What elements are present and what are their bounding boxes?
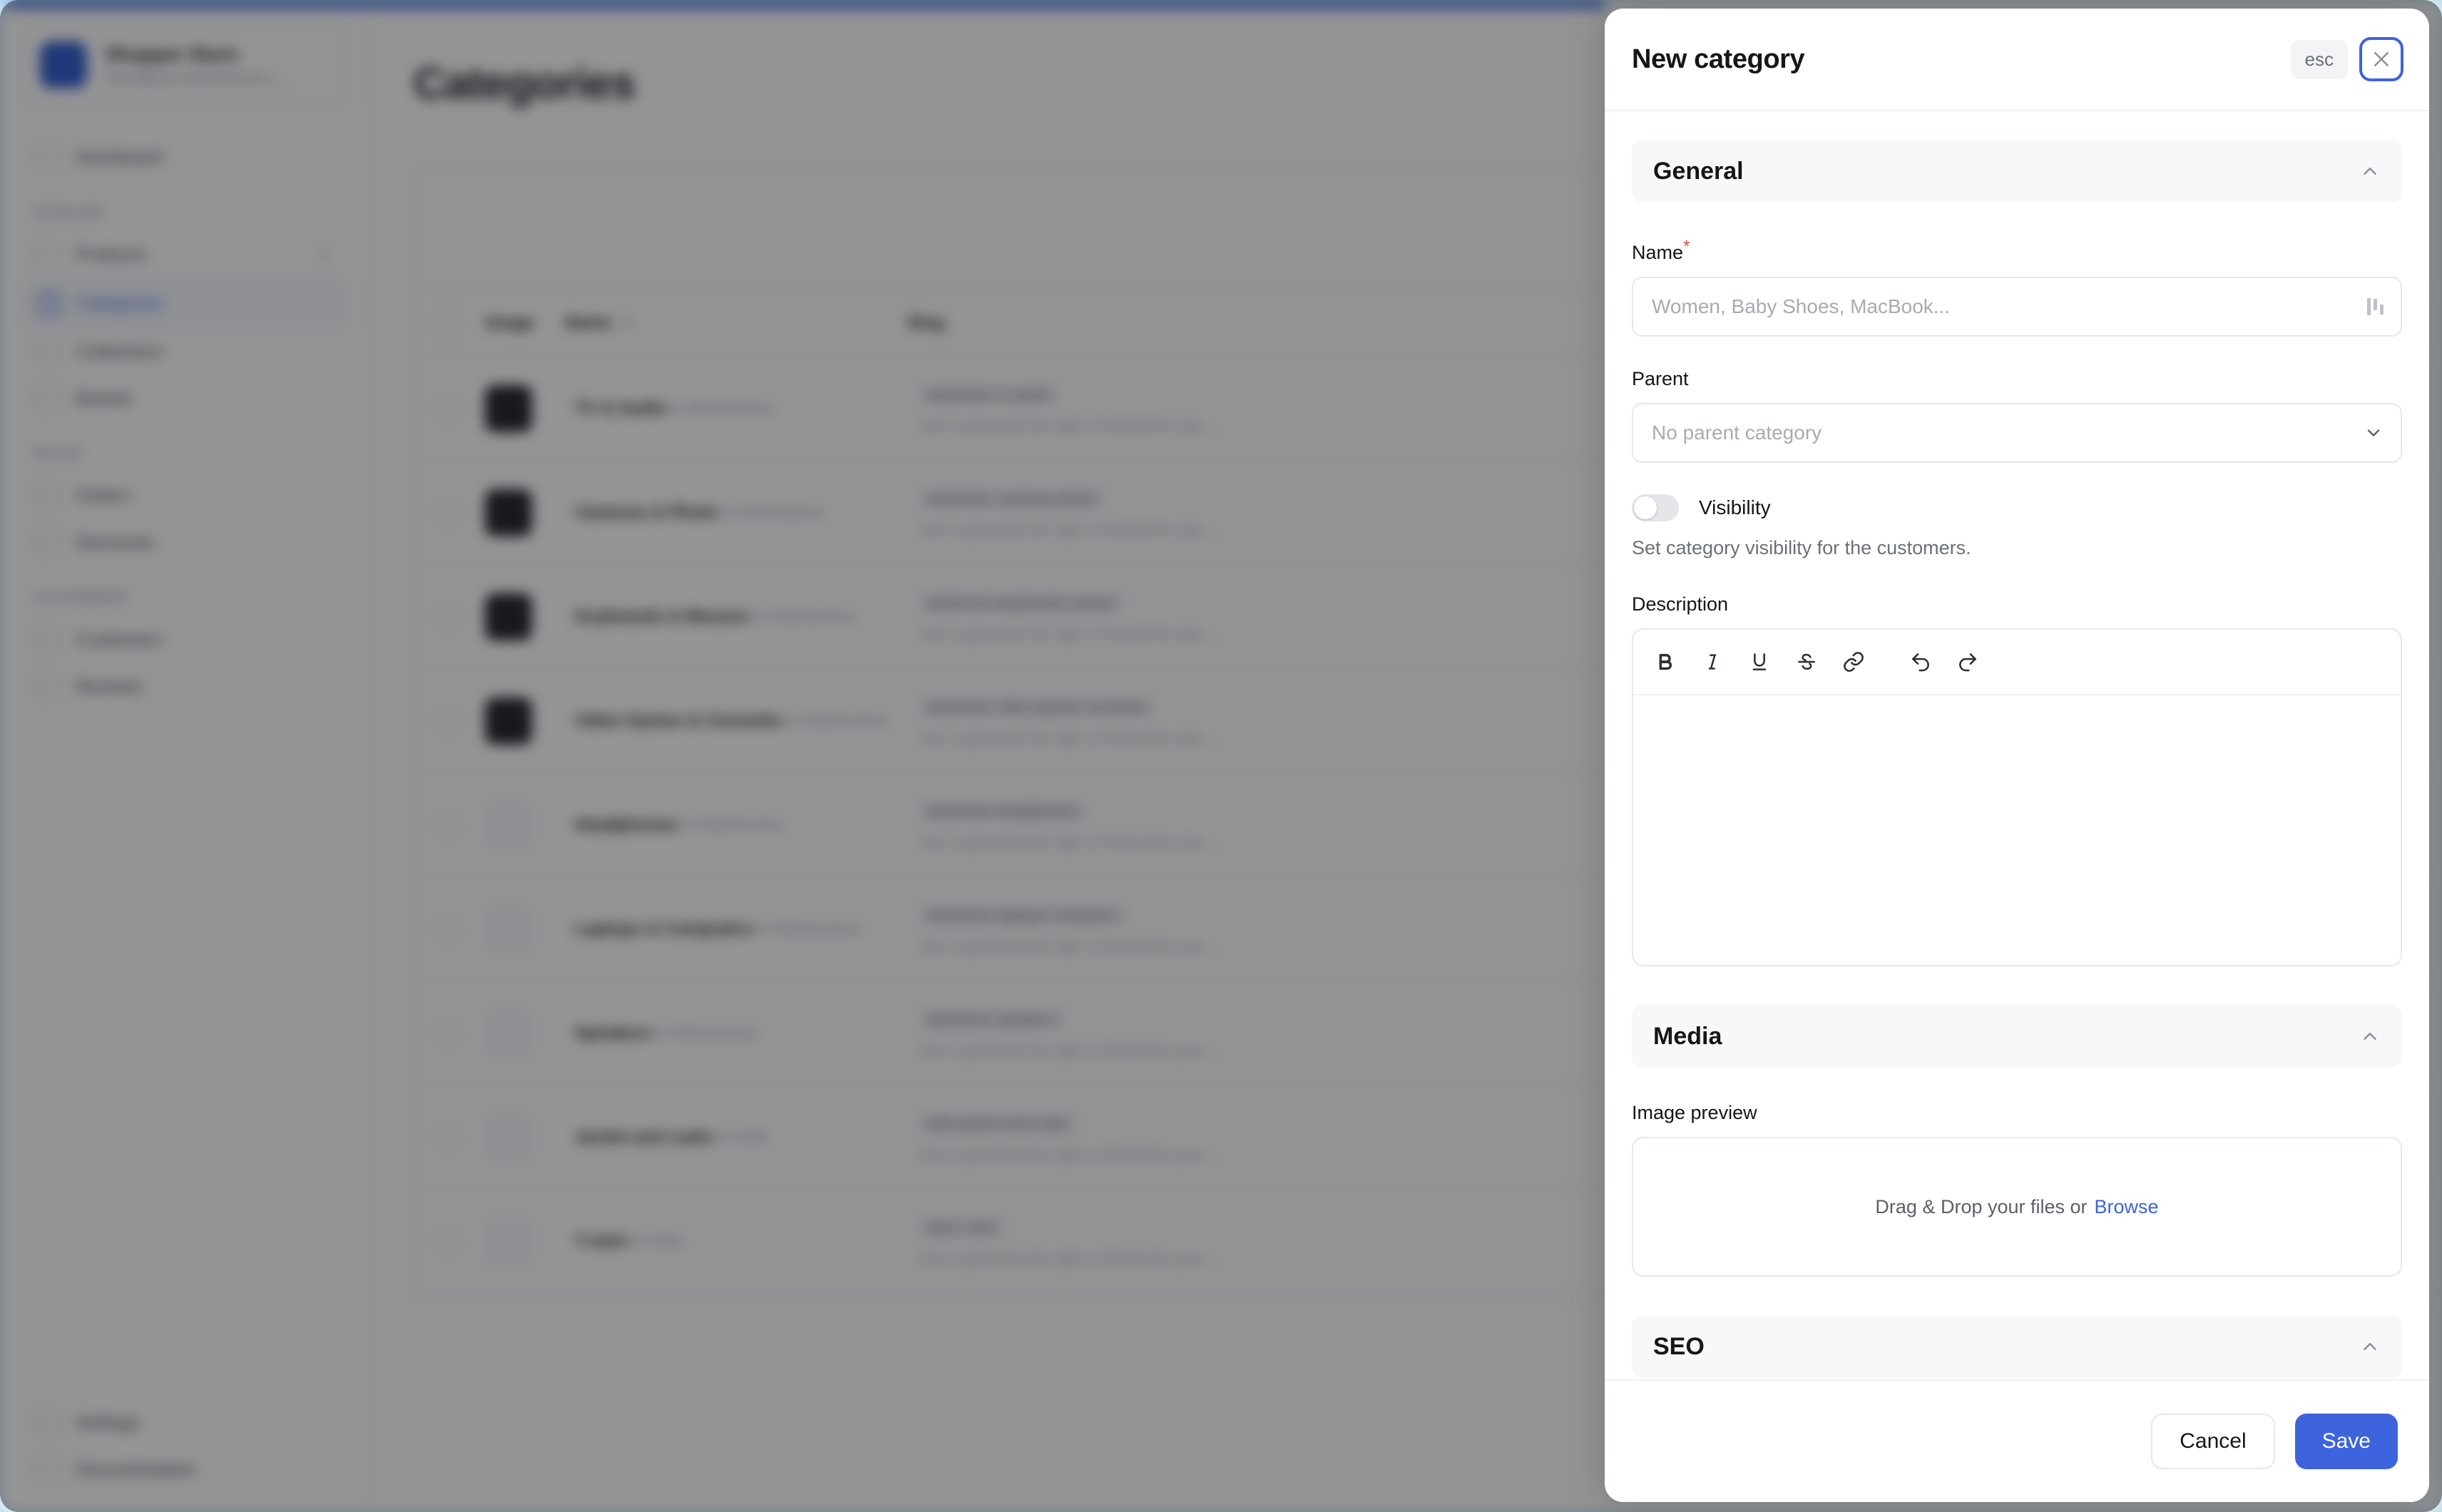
esc-badge: esc <box>2290 39 2348 79</box>
redo-icon <box>1959 653 1976 672</box>
italic-button[interactable] <box>1692 641 1733 683</box>
bold-button[interactable] <box>1645 641 1686 683</box>
link-button[interactable] <box>1833 641 1874 683</box>
section-header-seo[interactable]: SEO <box>1632 1315 2402 1378</box>
modal-footer: Cancel Save <box>1605 1379 2429 1502</box>
name-input[interactable] <box>1632 277 2402 337</box>
chevron-down-icon <box>2367 429 2380 436</box>
toggle-knob <box>1634 496 1657 519</box>
section-title-general: General <box>1653 157 1744 185</box>
section-title-media: Media <box>1653 1022 1722 1050</box>
section-header-media[interactable]: Media <box>1632 1005 2402 1068</box>
close-icon <box>2374 52 2389 66</box>
description-textarea[interactable] <box>1633 695 2401 965</box>
parent-select[interactable]: No parent category <box>1632 403 2402 463</box>
italic-icon <box>1708 654 1717 670</box>
link-icon <box>1844 652 1864 672</box>
dropzone-text: Drag & Drop your files or <box>1875 1195 2088 1217</box>
section-title-seo: SEO <box>1653 1332 1705 1360</box>
visibility-label: Visibility <box>1699 496 1771 519</box>
bold-icon <box>1659 653 1672 670</box>
modal-header: New category esc <box>1605 9 2429 111</box>
editor-toolbar <box>1633 630 2401 695</box>
description-label: Description <box>1632 593 1729 615</box>
parent-select-wrap: No parent category <box>1632 403 2402 463</box>
close-button[interactable] <box>2359 37 2403 81</box>
name-input-wrap <box>1632 277 2402 337</box>
modal-title: New category <box>1632 44 1805 74</box>
name-label: Name* <box>1632 237 2402 264</box>
section-header-general[interactable]: General <box>1632 140 2402 203</box>
underline-button[interactable] <box>1739 641 1780 683</box>
redo-button[interactable] <box>1947 641 1988 683</box>
name-label-text: Name <box>1632 242 1684 263</box>
strikethrough-icon <box>1798 653 1815 670</box>
new-category-modal: New category esc General Name* Parent No… <box>1605 9 2429 1502</box>
parent-select-value: No parent category <box>1652 422 1822 444</box>
required-asterisk: * <box>1683 237 1690 256</box>
chevron-up-icon <box>2364 1033 2376 1040</box>
visibility-helper-text: Set category visibility for the customer… <box>1632 537 1971 558</box>
browse-link[interactable]: Browse <box>2095 1196 2159 1218</box>
undo-button[interactable] <box>1900 641 1941 683</box>
description-editor <box>1632 628 2402 966</box>
text-lines-icon[interactable] <box>2367 298 2384 315</box>
chevron-up-icon <box>2364 1343 2376 1350</box>
chevron-up-icon <box>2364 168 2376 175</box>
underline-icon <box>1752 653 1767 670</box>
visibility-row: Visibility <box>1632 494 2402 521</box>
save-button[interactable]: Save <box>2294 1414 2398 1469</box>
cancel-button[interactable]: Cancel <box>2151 1414 2275 1469</box>
parent-label: Parent <box>1632 368 1689 389</box>
image-preview-label: Image preview <box>1632 1102 1757 1123</box>
visibility-toggle[interactable] <box>1632 494 1679 521</box>
modal-scroll-body[interactable]: General Name* Parent No parent category … <box>1605 111 2429 1379</box>
strikethrough-button[interactable] <box>1786 641 1827 683</box>
undo-icon <box>1912 653 1929 672</box>
image-dropzone[interactable]: Drag & Drop your files or Browse <box>1632 1137 2402 1277</box>
